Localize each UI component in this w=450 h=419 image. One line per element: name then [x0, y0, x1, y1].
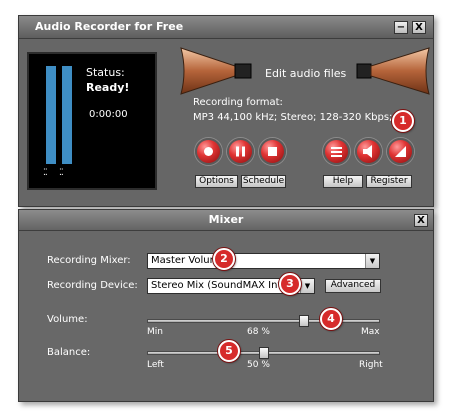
right-horn-icon[interactable]	[355, 46, 433, 96]
callout-marker-1: 1	[392, 110, 414, 132]
record-icon	[204, 147, 213, 156]
volume-label: Volume:	[47, 314, 88, 325]
minimize-button[interactable]: −	[394, 21, 408, 34]
register-button[interactable]: Register	[366, 175, 412, 188]
edit-audio-files-link[interactable]: Edit audio files	[265, 67, 346, 80]
help-button[interactable]: Help	[323, 175, 363, 188]
volume-slider-thumb[interactable]	[298, 315, 309, 327]
mixer-window: Mixer X Recording Mixer: Master Volume ▼…	[18, 209, 434, 402]
record-timer: 0:00:00	[89, 109, 128, 120]
volume-value-label: 68 %	[247, 327, 270, 337]
pause-button[interactable]	[227, 138, 254, 165]
recorder-title: Audio Recorder for Free	[35, 20, 184, 33]
volume-min-label: Min	[147, 327, 163, 337]
chevron-down-icon[interactable]: ▼	[365, 254, 379, 268]
chevron-down-icon[interactable]: ▼	[300, 279, 314, 293]
stop-button[interactable]	[259, 138, 286, 165]
close-button[interactable]: X	[412, 21, 426, 34]
stop-icon	[268, 147, 277, 156]
recording-format-value: MP3 44,100 kHz; Stereo; 128-320 Kbps;	[193, 112, 393, 123]
volume-max-label: Max	[361, 327, 380, 337]
right-channel-indicator: ⁚⁚	[59, 168, 64, 178]
left-level-bar	[46, 66, 56, 164]
level-meter-panel: ⁚⁚ ⁚⁚ Status: Ready! 0:00:00	[27, 52, 157, 190]
recording-mixer-label: Recording Mixer:	[47, 255, 131, 266]
list-icon	[331, 147, 342, 157]
balance-label: Balance:	[47, 347, 91, 358]
left-horn-icon[interactable]	[179, 46, 259, 96]
callout-marker-2: 2	[213, 248, 235, 270]
volume-slider-track[interactable]	[147, 319, 380, 323]
balance-slider-thumb[interactable]	[258, 347, 269, 359]
record-button[interactable]	[195, 138, 222, 165]
status-label: Status:	[86, 66, 125, 79]
recording-device-label: Recording Device:	[47, 280, 138, 291]
recording-mixer-value: Master Volume	[151, 255, 226, 266]
recorder-title-bar[interactable]: Audio Recorder for Free − X	[19, 16, 433, 39]
mixer-title-bar[interactable]: Mixer X	[19, 210, 433, 231]
balance-right-label: Right	[359, 360, 383, 370]
recorder-window: Audio Recorder for Free − X ⁚⁚ ⁚⁚ Status…	[18, 15, 434, 207]
balance-left-label: Left	[147, 360, 164, 370]
mixer-button[interactable]	[387, 138, 414, 165]
callout-marker-3: 3	[279, 273, 301, 295]
balance-value-label: 50 %	[247, 360, 270, 370]
pause-icon	[236, 146, 245, 157]
left-channel-indicator: ⁚⁚	[43, 168, 48, 178]
advanced-button[interactable]: Advanced	[325, 279, 381, 293]
speaker-icon	[363, 145, 372, 158]
mixer-icon	[395, 146, 406, 157]
volume-button[interactable]	[355, 138, 382, 165]
schedule-button[interactable]: Schedule	[241, 175, 286, 188]
status-value: Ready!	[86, 81, 130, 94]
mixer-title: Mixer	[208, 213, 244, 226]
options-button[interactable]: Options	[195, 175, 238, 188]
recording-format-label: Recording format:	[193, 97, 283, 108]
recording-mixer-select[interactable]: Master Volume ▼	[147, 253, 380, 269]
playlist-button[interactable]	[323, 138, 350, 165]
callout-marker-5: 5	[218, 340, 240, 362]
mixer-close-button[interactable]: X	[414, 214, 428, 227]
callout-marker-4: 4	[320, 308, 342, 330]
right-level-bar	[62, 66, 72, 164]
